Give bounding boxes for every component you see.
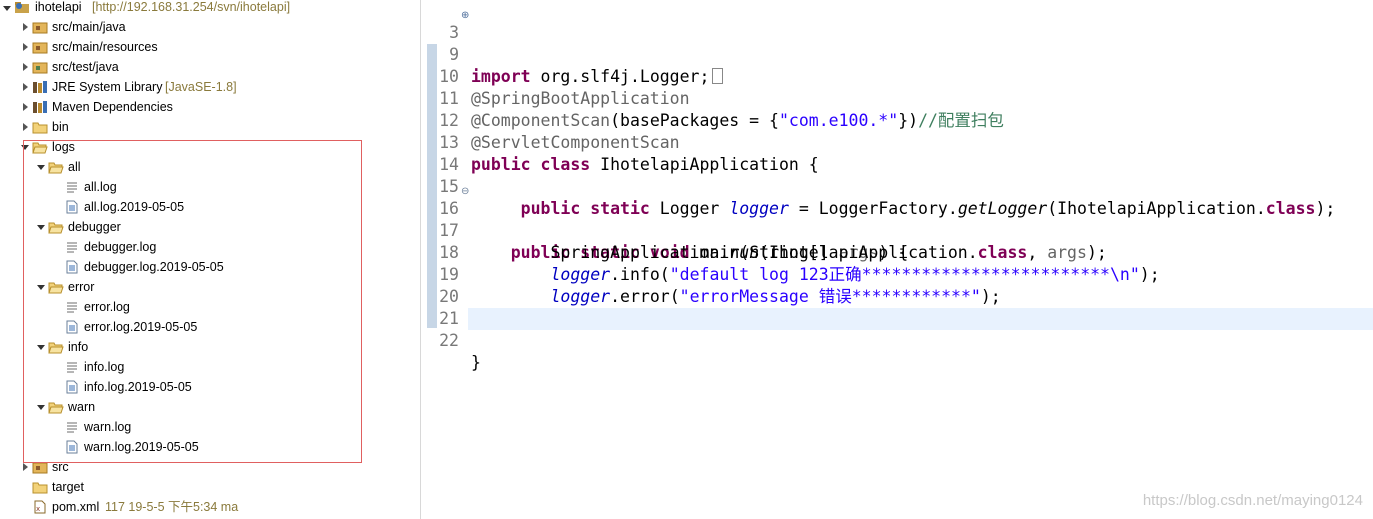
code-line[interactable]: 11 @ComponentScan(basePackages = {"com.e… [421, 66, 1373, 130]
tree-item-label: target [52, 480, 84, 494]
expand-arrow-icon[interactable] [3, 6, 11, 11]
line-number: 22 [439, 331, 459, 350]
project-icon [15, 2, 29, 13]
code-line[interactable]: 16 ⊖ public static void main(String[] ar… [421, 176, 1373, 262]
code-line[interactable]: 18 logger.info("default log 123正确*******… [421, 220, 1373, 284]
logs-highlight-box [23, 140, 362, 463]
code-line[interactable]: 9 [421, 22, 1373, 64]
project-repo: [http://192.168.31.254/svn/ihotelapi] [92, 0, 291, 14]
expand-arrow-icon[interactable] [23, 103, 28, 111]
code-line[interactable]: 21 [421, 286, 1373, 328]
tree-item-label: src/test/java [52, 60, 119, 74]
code-line[interactable]: 19 logger.error("errorMessage 错误********… [421, 242, 1373, 306]
code-line[interactable]: 3 ⊕ import org.slf4j.Logger; [421, 0, 1373, 86]
code-editor[interactable]: 3 ⊕ import org.slf4j.Logger; 9 10 @Sprin… [421, 0, 1373, 519]
tree-item-label: src/main/resources [52, 40, 158, 54]
code-text: } [471, 353, 481, 372]
tree-item-label: JRE System Library [52, 80, 163, 94]
package-folder-icon [32, 62, 48, 74]
tree-item-label: src/main/java [52, 20, 126, 34]
watermark: https://blog.csdn.net/maying0124 [1142, 492, 1363, 509]
code-line[interactable]: 12 @ServletComponentScan [421, 88, 1373, 152]
code-line[interactable]: 10 @SpringBootApplication [421, 44, 1373, 108]
code-line[interactable]: 17 SpringApplication.run(IhotelapiApplic… [421, 198, 1373, 262]
expand-arrow-icon[interactable] [23, 123, 28, 131]
code-line[interactable]: 13 public class IhotelapiApplication { [421, 110, 1373, 174]
package-folder-icon [32, 22, 48, 34]
package-folder-icon [32, 42, 48, 54]
code-line[interactable]: 14 [421, 132, 1373, 174]
expand-arrow-icon[interactable] [23, 63, 28, 71]
tree-item-label: Maven Dependencies [52, 100, 173, 114]
expand-arrow-icon[interactable] [23, 23, 28, 31]
tree-item-label: pom.xml [52, 500, 100, 514]
svg-text:x: x [36, 505, 40, 513]
folder-icon [32, 122, 48, 134]
project-name: ihotelapi [35, 0, 82, 14]
library-icon [33, 101, 47, 113]
expand-arrow-icon[interactable] [23, 463, 28, 471]
tree-item-decoration: 117 19-5-5 下午5:34 ma [105, 500, 239, 514]
library-icon [33, 81, 47, 93]
xml-file-icon: x [34, 500, 46, 514]
code-line[interactable]: 22 } [421, 308, 1373, 372]
expand-arrow-icon[interactable] [23, 83, 28, 91]
folder-icon [32, 482, 48, 494]
tree-item-label: bin [52, 120, 69, 134]
code-line[interactable]: 15 public static Logger logger = LoggerF… [421, 154, 1373, 218]
expand-arrow-icon[interactable] [23, 43, 28, 51]
tree-item-decoration: [JavaSE-1.8] [165, 80, 237, 94]
code-line[interactable]: 20 } [421, 264, 1373, 328]
project-explorer: ihotelapi [http://192.168.31.254/svn/iho… [0, 0, 420, 519]
